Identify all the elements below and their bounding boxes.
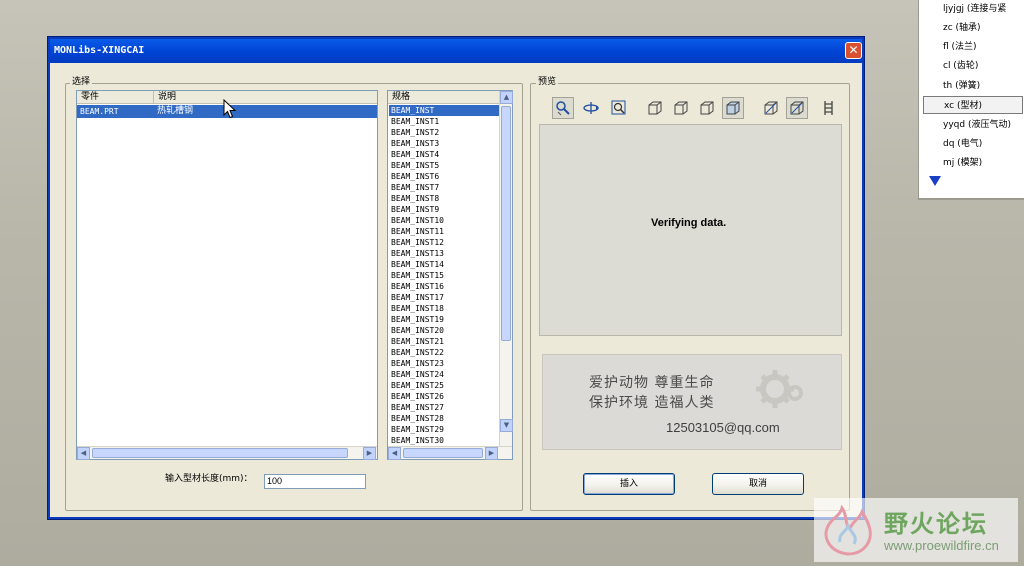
watermark-url: www.proewildfire.cn [884,538,999,553]
spec-list-item[interactable]: BEAM_INST8 [389,193,499,204]
menu-item-fl[interactable]: fl (法兰) [923,38,1023,56]
flame-logo-icon [824,504,872,556]
close-button[interactable]: ✕ [845,42,862,59]
spec-list-item[interactable]: BEAM_INST [389,105,499,116]
spec-list-item[interactable]: BEAM_INST2 [389,127,499,138]
length-input[interactable]: 100 [264,474,366,489]
parts-list[interactable]: 零件 说明 BEAM.PRT 热轧槽钢 ◀ ▶ [76,90,378,460]
xingcai-dialog: MONLibs-XINGCAI ✕ 选择 零件 说明 BEAM.PRT 热轧槽钢… [48,37,864,519]
spec-list-item[interactable]: BEAM_INST18 [389,303,499,314]
spec-list-item[interactable]: BEAM_INST14 [389,259,499,270]
saved-view-icon[interactable] [786,97,808,119]
mouse-cursor-icon [223,99,237,119]
column-header-desc[interactable]: 说明 [154,91,378,104]
spec-list-item[interactable]: BEAM_INST25 [389,380,499,391]
promo-banner: 爱护动物 尊重生命 保护环境 造福人类 12503105@qq.com [542,354,842,450]
insert-button[interactable]: 插入 [583,473,675,495]
zoom-window-icon[interactable] [608,97,630,119]
spec-list-item[interactable]: BEAM_INST7 [389,182,499,193]
gear-icon [756,370,803,408]
menu-item-xc[interactable]: xc (型材) [923,96,1023,114]
watermark-title: 野火论坛 [884,510,988,538]
zoom-pan-icon[interactable] [552,97,574,119]
spec-list-item[interactable]: BEAM_INST10 [389,215,499,226]
spec-list-item[interactable]: BEAM_INST5 [389,160,499,171]
part-name: BEAM.PRT [80,107,119,116]
spec-list-item[interactable]: BEAM_INST23 [389,358,499,369]
spec-list-item[interactable]: BEAM_INST24 [389,369,499,380]
spec-list-item[interactable]: BEAM_INST20 [389,325,499,336]
part-description: 热轧槽钢 [157,106,194,116]
spec-list-header: 规格 [388,91,512,104]
menu-item-zc[interactable]: zc (轴承) [923,19,1023,37]
preview-viewport[interactable]: Verifying data. [539,124,842,336]
spec-list-hscroll[interactable]: ◀ ▶ [388,446,512,460]
spec-items-container: BEAM_INST BEAM_INST1 BEAM_INST2 BEAM_INST3 B… [388,105,500,445]
spec-list-item[interactable]: BEAM_INST15 [389,270,499,281]
preview-group-label: 预览 [536,77,559,87]
spec-list-item[interactable]: BEAM_INST21 [389,336,499,347]
select-group-label: 选择 [70,77,93,87]
parts-list-hscroll[interactable]: ◀ ▶ [77,446,377,460]
window-title: MONLibs-XINGCAI [54,45,145,56]
spec-list-item[interactable]: BEAM_INST1 [389,116,499,127]
spec-list-item[interactable]: BEAM_INST19 [389,314,499,325]
spec-list-item[interactable]: BEAM_INST22 [389,347,499,358]
datum-display-icon[interactable] [818,97,840,119]
column-header-spec[interactable]: 规格 [388,91,498,104]
view-orient-icon[interactable] [760,97,782,119]
scroll-down-arrow-icon[interactable] [929,176,941,186]
hscroll-thumb[interactable] [92,448,348,458]
preview-toolbar [551,97,841,121]
scroll-left-icon[interactable]: ◀ [77,447,90,460]
spec-list-item[interactable]: BEAM_INST27 [389,402,499,413]
title-bar[interactable]: MONLibs-XINGCAI ✕ [50,39,862,63]
spec-list-item[interactable]: BEAM_INST13 [389,248,499,259]
vscroll-thumb[interactable] [501,106,511,341]
preview-status-message: Verifying data. [651,217,727,229]
promo-line-1: 爱护动物 尊重生命 [589,375,715,391]
scroll-up-icon[interactable]: ▲ [500,91,513,104]
shaded-cube-icon[interactable] [722,97,744,119]
spec-list-item[interactable]: BEAM_INST16 [389,281,499,292]
spec-list-item[interactable]: BEAM_INST26 [389,391,499,402]
no-hidden-cube-icon[interactable] [696,97,718,119]
promo-line-2: 保护环境 造福人类 [589,395,715,411]
scroll-down-icon[interactable]: ▼ [500,419,513,432]
hidden-line-cube-icon[interactable] [670,97,692,119]
spec-list-item[interactable]: BEAM_INST6 [389,171,499,182]
spec-list-item[interactable]: BEAM_INST17 [389,292,499,303]
spec-list-item[interactable]: BEAM_INST28 [389,413,499,424]
menu-item-mj[interactable]: mj (模架) [923,154,1023,172]
wireframe-cube-icon[interactable] [644,97,666,119]
cancel-button[interactable]: 取消 [712,473,804,495]
column-header-part[interactable]: 零件 [77,91,154,104]
menu-item-ljyjgj[interactable]: ljyjgj (连接与紧 [923,0,1023,18]
menu-item-yyqd[interactable]: yyqd (液压气动) [923,116,1023,134]
spec-list-vscroll[interactable]: ▲ ▼ [499,91,513,446]
spec-list-item[interactable]: BEAM_INST30 [389,435,499,445]
menu-item-th[interactable]: th (弹簧) [923,77,1023,95]
scroll-left-icon[interactable]: ◀ [388,447,401,460]
menu-item-dq[interactable]: dq (电气) [923,135,1023,153]
menu-item-cl[interactable]: cl (齿轮) [923,57,1023,75]
scroll-right-icon[interactable]: ▶ [485,447,498,460]
promo-email: 12503105@qq.com [666,420,780,435]
spec-list-item[interactable]: BEAM_INST29 [389,424,499,435]
length-label: 输入型材长度(mm)： [165,474,253,484]
spec-list-item[interactable]: BEAM_INST3 [389,138,499,149]
spin-icon[interactable] [580,97,602,119]
library-category-menu: ljyjgj (连接与紧 zc (轴承) fl (法兰) cl (齿轮) th … [918,0,1024,200]
forum-watermark: 野火论坛 www.proewildfire.cn [814,498,1018,562]
hscroll-thumb[interactable] [403,448,483,458]
spec-list-item[interactable]: BEAM_INST12 [389,237,499,248]
spec-list-item[interactable]: BEAM_INST11 [389,226,499,237]
scroll-right-icon[interactable]: ▶ [363,447,376,460]
spec-list[interactable]: 规格 BEAM_INST BEAM_INST1 BEAM_INST2 BEAM_INS… [387,90,513,460]
spec-list-item[interactable]: BEAM_INST4 [389,149,499,160]
dialog-client-area: 选择 零件 说明 BEAM.PRT 热轧槽钢 ◀ ▶ 规格 BEAM_INST … [50,63,862,517]
spec-list-item[interactable]: BEAM_INST9 [389,204,499,215]
